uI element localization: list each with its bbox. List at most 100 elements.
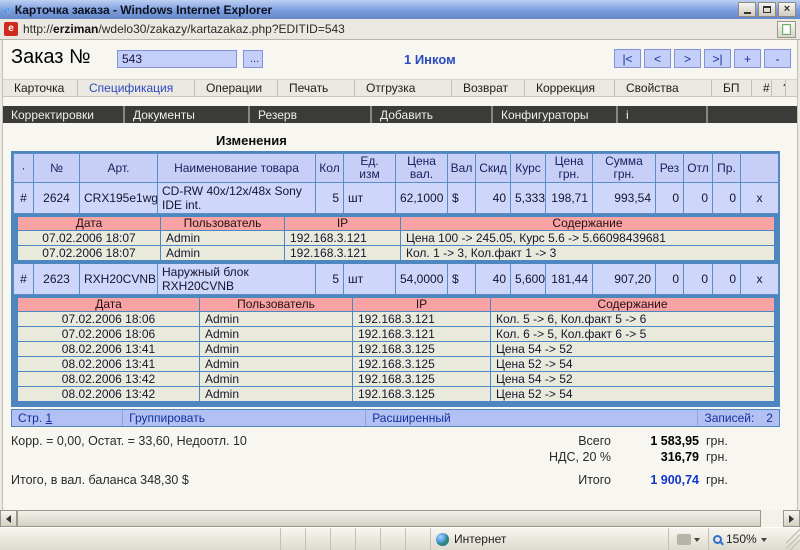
product-cell: 5	[315, 263, 344, 295]
history-date: 07.02.2006 18:06	[17, 311, 200, 327]
tab-1[interactable]: Спецификация	[78, 80, 195, 96]
nav-first-button[interactable]: |<	[614, 49, 641, 68]
page-action-button[interactable]	[777, 20, 796, 38]
tab-9[interactable]: #	[752, 80, 772, 96]
column-header-1: №	[33, 153, 80, 183]
nav-last-button[interactable]: >|	[704, 49, 731, 68]
favicon: e	[4, 22, 18, 36]
history-ip: 192.168.3.121	[352, 326, 491, 342]
page-1-link[interactable]: 1	[46, 411, 53, 425]
scrollbar-thumb[interactable]	[17, 510, 761, 527]
window-controls: ×	[738, 2, 796, 17]
page-label: Стр.	[18, 411, 43, 425]
menu-item-5[interactable]: i	[618, 106, 708, 123]
history-date: 07.02.2006 18:07	[17, 230, 161, 246]
scroll-right-button[interactable]	[783, 510, 800, 527]
tab-bar: Карточка Спецификация Операции Печать Отгруз…	[3, 79, 797, 97]
status-cell	[405, 528, 430, 550]
menu-item-3[interactable]: Добавить	[372, 106, 493, 123]
history-header-0: Дата	[17, 297, 200, 312]
product-cell: 198,71	[545, 182, 593, 214]
product-cell: $	[447, 182, 476, 214]
records-cell: Записей: 2	[698, 410, 779, 426]
close-button[interactable]: ×	[778, 2, 796, 17]
tab-6[interactable]: Коррекция	[525, 80, 615, 96]
total-label: Всего	[578, 434, 611, 448]
history-ip: 192.168.3.125	[352, 386, 491, 402]
records-count: 2	[766, 411, 773, 425]
history-content: Кол. 1 -> 3, Кол.факт 1 -> 3	[400, 245, 775, 261]
vat-label: НДС, 20 %	[549, 450, 611, 464]
scrollbar-track[interactable]	[17, 510, 783, 527]
row-delete-link[interactable]: x	[740, 263, 779, 295]
address-url[interactable]: http://erziman/wdelo30/zakazy/kartazakaz…	[23, 22, 772, 36]
column-header-13: Отл	[683, 153, 713, 183]
product-cell: 181,44	[545, 263, 593, 295]
extended-cell: Расширенный	[366, 410, 699, 426]
window-title: Карточка заказа - Windows Internet Explo…	[14, 2, 273, 17]
column-header-6: Цена вал.	[395, 153, 448, 183]
vat-unit: грн.	[706, 450, 728, 464]
section-title: Изменения	[216, 133, 287, 148]
history-user: Admin	[199, 341, 353, 357]
title-bar: e Карточка заказа - Windows Internet Exp…	[0, 0, 800, 19]
history-row: 08.02.2006 13:41 Admin 192.168.3.125 Цена 5…	[17, 341, 775, 357]
product-cell: 40	[475, 263, 511, 295]
history-header-row: Дата Пользователь IP Содержание	[17, 297, 775, 312]
column-header-3: Наименование товара	[157, 153, 316, 183]
resize-grip[interactable]	[786, 528, 800, 550]
zoom-control[interactable]: 150%	[708, 528, 786, 550]
tab-5[interactable]: Возврат	[452, 80, 525, 96]
status-cell	[280, 528, 305, 550]
order-number-input[interactable]	[117, 50, 237, 68]
row-edit-link[interactable]: #	[13, 182, 34, 214]
menu-item-1[interactable]: Документы	[125, 106, 250, 123]
column-header-5: Ед. изм	[343, 153, 396, 183]
extended-link[interactable]: Расширенный	[372, 411, 451, 425]
nav-add-button[interactable]: +	[734, 49, 761, 68]
product-cell: 5	[315, 182, 344, 214]
tab-3[interactable]: Печать	[278, 80, 355, 96]
order-header: Заказ № ... 1 Инком |<<>>|+-	[3, 46, 797, 72]
history-date: 07.02.2006 18:06	[17, 326, 200, 342]
product-cell: 2623	[33, 263, 80, 295]
history-content: Цена 100 -> 245.05, Курс 5.6 -> 5.660984…	[400, 230, 775, 246]
history-user: Admin	[199, 371, 353, 387]
tab-10[interactable]: ?	[772, 80, 786, 96]
group-link[interactable]: Группировать	[129, 411, 205, 425]
tab-0[interactable]: Карточка	[3, 80, 78, 96]
history-user: Admin	[199, 311, 353, 327]
nav-next-button[interactable]: >	[674, 49, 701, 68]
vat-value: 316,79	[660, 450, 699, 464]
history-ip: 192.168.3.121	[352, 311, 491, 327]
totals-row: НДС, 20 % 316,79 грн.	[11, 450, 789, 466]
history-row: 07.02.2006 18:06 Admin 192.168.3.121 Кол. 5…	[17, 311, 775, 327]
menu-item-2[interactable]: Резерв	[250, 106, 372, 123]
nav-remove-button[interactable]: -	[764, 49, 791, 68]
status-cell	[380, 528, 405, 550]
browse-button[interactable]: ...	[243, 50, 263, 68]
product-cell: шт	[343, 263, 396, 295]
protected-mode-dropdown[interactable]	[668, 528, 708, 550]
row-delete-link[interactable]: x	[740, 182, 779, 214]
menu-item-0[interactable]: Корректировки	[3, 106, 125, 123]
tab-2[interactable]: Операции	[195, 80, 278, 96]
history-row: 08.02.2006 13:42 Admin 192.168.3.125 Цена 5…	[17, 386, 775, 402]
menu-item-4[interactable]: Конфигураторы	[493, 106, 618, 123]
tab-8[interactable]: БП	[712, 80, 752, 96]
maximize-button[interactable]	[758, 2, 776, 17]
minimize-button[interactable]	[738, 2, 756, 17]
product-cell: Наружный блок RXH20CVNB	[157, 263, 316, 295]
nav-prev-button[interactable]: <	[644, 49, 671, 68]
tab-4[interactable]: Отгрузка	[355, 80, 452, 96]
history-header-1: Пользователь	[160, 216, 285, 231]
ie-logo-icon: e	[4, 2, 10, 17]
history-ip: 192.168.3.121	[284, 245, 401, 261]
history-header-2: IP	[352, 297, 491, 312]
row-edit-link[interactable]: #	[13, 263, 34, 295]
page-content: Заказ № ... 1 Инком |<<>>|+- КарточкаСпе…	[2, 40, 798, 510]
magnifier-icon	[713, 534, 722, 544]
product-row: #2623 RXH20CVNB Наружный блок RXH20CVNB 5 шт…	[13, 263, 779, 295]
tab-7[interactable]: Свойства	[615, 80, 712, 96]
scroll-left-button[interactable]	[0, 510, 17, 527]
